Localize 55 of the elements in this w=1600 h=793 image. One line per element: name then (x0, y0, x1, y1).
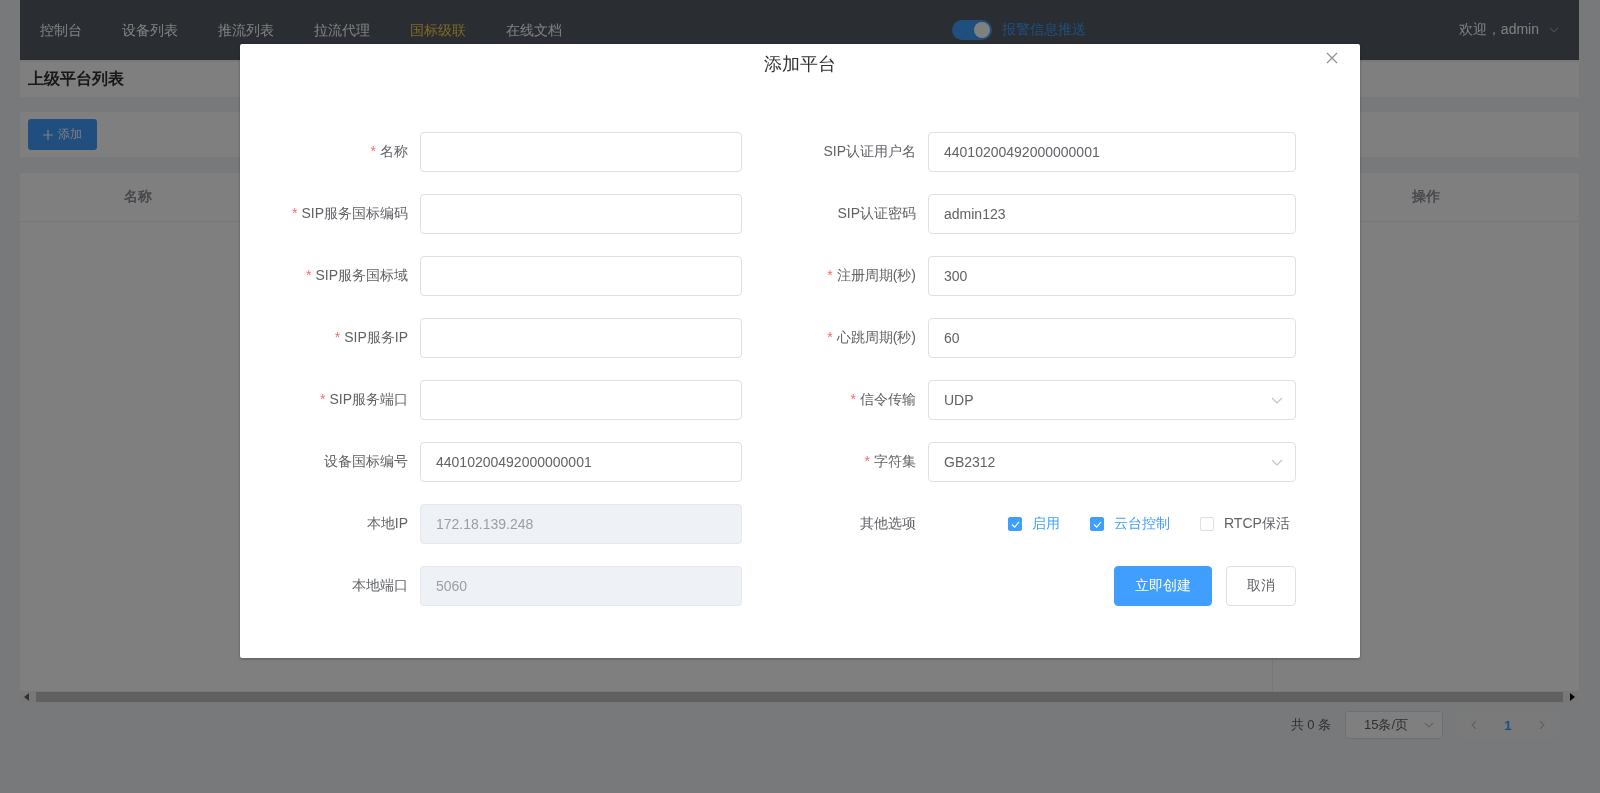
page-size-select[interactable]: 15条/页 (1345, 711, 1443, 739)
input-field[interactable]: 60 (928, 318, 1296, 358)
field-label: * 注册周期(秒) (826, 267, 917, 285)
field-label: * SIP服务国标域 (304, 267, 409, 285)
input-field[interactable] (420, 380, 742, 420)
checkbox[interactable] (1008, 517, 1022, 531)
create-button[interactable]: 立即创建 (1114, 566, 1212, 606)
field-label: 其他选项 (859, 515, 917, 533)
left-arrow-icon (24, 693, 30, 701)
input-field[interactable]: 300 (928, 256, 1296, 296)
checkbox-option[interactable]: RTCP保活 (1200, 515, 1290, 533)
input-field[interactable] (420, 318, 742, 358)
toggle-switch[interactable] (952, 20, 992, 40)
right-arrow-icon (1569, 693, 1575, 701)
field-label: * SIP服务IP (333, 329, 409, 347)
checkbox-option[interactable]: 启用 (1008, 515, 1060, 533)
plus-icon (43, 129, 53, 140)
select-field[interactable]: UDP (928, 380, 1296, 420)
checkbox-option[interactable]: 云台控制 (1090, 515, 1170, 533)
field-label: * 名称 (369, 143, 409, 161)
input-field[interactable]: 44010200492000000001 (420, 442, 742, 482)
user-menu[interactable]: 欢迎，admin (1458, 21, 1559, 39)
input-field[interactable] (420, 132, 742, 172)
input-field[interactable]: 44010200492000000001 (928, 132, 1296, 172)
nav-tab[interactable]: 设备列表 (102, 0, 198, 60)
field-label: * 心跳周期(秒) (826, 329, 917, 347)
page-title: 上级平台列表 (28, 69, 124, 89)
switch-label: 报警信息推送 (1002, 21, 1086, 39)
chevron-left-icon (1471, 720, 1477, 730)
field-label: 本地端口 (351, 577, 409, 595)
field-label: * SIP服务端口 (318, 391, 409, 409)
field-label: 设备国标编号 (323, 453, 409, 471)
input-field[interactable]: admin123 (928, 194, 1296, 234)
chevron-down-icon (1549, 27, 1559, 33)
field-label: SIP认证用户名 (822, 143, 917, 161)
input-field[interactable] (420, 194, 742, 234)
chevron-right-icon (1539, 720, 1545, 730)
close-icon (1326, 52, 1338, 64)
field-label: SIP认证密码 (836, 205, 917, 223)
chevron-down-icon (1271, 396, 1283, 404)
total-count: 共 0 条 (1290, 716, 1331, 734)
field-label: * SIP服务国标编码 (290, 205, 409, 223)
chevron-down-icon (1271, 458, 1283, 466)
close-button[interactable] (1326, 52, 1338, 64)
add-button[interactable]: 添加 (28, 119, 97, 150)
field-label: * 信令传输 (849, 391, 917, 409)
dialog-title: 添加平台 (764, 54, 836, 74)
cancel-button[interactable]: 取消 (1226, 566, 1296, 606)
chevron-down-icon (1424, 722, 1434, 728)
checkbox[interactable] (1090, 517, 1104, 531)
field-label: * 字符集 (863, 453, 917, 471)
field-label: 本地IP (365, 515, 409, 533)
select-field[interactable]: GB2312 (928, 442, 1296, 482)
input-field[interactable] (420, 256, 742, 296)
nav-tab[interactable]: 控制台 (20, 0, 102, 60)
